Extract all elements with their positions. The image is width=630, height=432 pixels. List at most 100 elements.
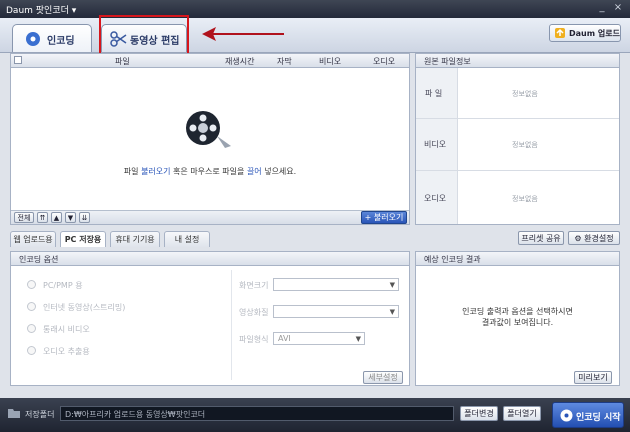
info-key: 오디오 bbox=[416, 171, 458, 224]
info-value: 정보없음 bbox=[512, 90, 538, 98]
tab-my-settings[interactable]: 내 설정 bbox=[164, 231, 210, 247]
daum-upload-button[interactable]: Daum 업로드 bbox=[549, 24, 621, 42]
dropdown-arrow-icon: ▼ bbox=[389, 281, 395, 289]
expected-result-title: 예상 인코딩 결과 bbox=[424, 255, 481, 264]
move-top-button[interactable]: ⇈ bbox=[37, 212, 48, 223]
result-message-line: 인코딩 출력과 옵션을 선택하시면 bbox=[462, 307, 573, 316]
radio-streaming[interactable] bbox=[27, 302, 36, 311]
file-list-panel: 파일 재생시간 자막 비디오 오디오 파일 불러오기 혹은 마우스로 파일을 끌… bbox=[10, 53, 410, 225]
video-quality-select[interactable]: ▼ bbox=[273, 305, 399, 318]
empty-message: 파일 불러오기 혹은 마우스로 파일을 끌어 넣으세요. bbox=[11, 166, 409, 177]
save-folder-label: 저장폴더 bbox=[25, 410, 55, 419]
radio-pc-pmp[interactable] bbox=[27, 280, 36, 289]
start-encoding-label: 인코딩 시작 bbox=[576, 413, 621, 423]
upload-icon bbox=[555, 28, 565, 40]
open-folder-button[interactable]: 폴더열기 bbox=[503, 406, 541, 421]
radio-label: 오디오 추출용 bbox=[43, 347, 90, 356]
info-key-label: 오디오 bbox=[424, 194, 447, 203]
empty-message-part: 넣으세요. bbox=[261, 167, 297, 176]
film-reel-icon bbox=[183, 106, 233, 153]
dropdown-arrow-icon: ▼ bbox=[355, 335, 361, 343]
field-label: 영상화질 bbox=[239, 308, 269, 317]
expected-result-header: 예상 인코딩 결과 bbox=[416, 252, 619, 266]
encoding-options-header: 인코딩 옵션 bbox=[11, 252, 409, 266]
preview-button[interactable]: 미리보기 bbox=[574, 371, 612, 384]
file-list-toolbar: 전체 ⇈ ▲ ▼ ⇊ + 불러오기 bbox=[11, 210, 409, 224]
gear-icon: ⚙ bbox=[574, 234, 585, 243]
empty-message-part: 혹은 마우스로 파일을 bbox=[170, 167, 247, 176]
divider bbox=[231, 270, 232, 380]
settings-label: 환경설정 bbox=[584, 234, 614, 243]
select-value: AVI bbox=[278, 334, 291, 343]
daum-upload-label: Daum 업로드 bbox=[569, 29, 620, 38]
move-bottom-button[interactable]: ⇊ bbox=[79, 212, 90, 223]
preset-share-button[interactable]: 프리셋 공유 bbox=[518, 231, 564, 245]
detail-settings-button[interactable]: 세부설정 bbox=[363, 371, 403, 384]
encoding-options-title: 인코딩 옵션 bbox=[19, 255, 59, 264]
info-value: 정보없음 bbox=[512, 195, 538, 203]
tab-pc-save[interactable]: PC 저장용 bbox=[60, 231, 106, 247]
tab-row bbox=[0, 18, 630, 53]
start-encoding-button[interactable]: 인코딩 시작 bbox=[552, 402, 624, 428]
info-value: 정보없음 bbox=[512, 141, 538, 149]
field-label: 화면크기 bbox=[239, 281, 269, 290]
info-row-file: 파 일 정보없음 bbox=[416, 68, 619, 119]
source-info-panel: 원본 파일정보 파 일 정보없음 비디오 정보없음 오디오 정보없음 bbox=[415, 53, 620, 225]
file-list-header: 파일 재생시간 자막 비디오 오디오 bbox=[11, 54, 409, 68]
settings-button[interactable]: ⚙ 환경설정 bbox=[568, 231, 620, 245]
radio-flash-video[interactable] bbox=[27, 324, 36, 333]
move-up-button[interactable]: ▲ bbox=[51, 212, 62, 223]
load-button[interactable]: + 불러오기 bbox=[361, 211, 407, 224]
expected-result-panel: 예상 인코딩 결과 인코딩 출력과 옵션을 선택하시면 결과값이 보여집니다. … bbox=[415, 251, 620, 386]
empty-message-part: 파일 bbox=[123, 167, 142, 176]
info-key: 비디오 bbox=[416, 119, 458, 170]
plus-icon: + bbox=[364, 213, 374, 222]
file-format-select[interactable]: AVI ▼ bbox=[273, 332, 365, 345]
info-key-label: 파 일 bbox=[425, 89, 443, 98]
tab-encoding-label: 인코딩 bbox=[47, 36, 75, 47]
folder-icon bbox=[8, 408, 20, 421]
result-message: 인코딩 출력과 옵션을 선택하시면 결과값이 보여집니다. bbox=[416, 306, 619, 328]
column-file[interactable]: 파일 bbox=[115, 56, 130, 67]
source-info-header: 원본 파일정보 bbox=[416, 54, 619, 68]
tab-mobile[interactable]: 휴대 기기용 bbox=[110, 231, 160, 247]
encoding-options-panel: 인코딩 옵션 PC/PMP 용 인터넷 동영상(스트리밍) 통래시 비디오 오디… bbox=[10, 251, 410, 386]
load-button-label: 불러오기 bbox=[373, 213, 404, 222]
screen-size-select[interactable]: ▼ bbox=[273, 278, 399, 291]
preset-tabs: 웹 업로드용 PC 저장용 휴대 기기용 내 설정 bbox=[10, 231, 410, 247]
disc-icon bbox=[25, 31, 41, 50]
result-message-line: 결과값이 보여집니다. bbox=[481, 318, 554, 327]
info-key-label: 비디오 bbox=[424, 140, 447, 149]
tab-web-upload[interactable]: 웹 업로드용 bbox=[10, 231, 56, 247]
move-down-button[interactable]: ▼ bbox=[65, 212, 76, 223]
radio-label: 인터넷 동영상(스트리밍) bbox=[43, 303, 126, 312]
page-label[interactable]: 전체 bbox=[14, 212, 34, 223]
drag-link: 끌어 bbox=[246, 167, 262, 176]
select-all-checkbox[interactable] bbox=[14, 56, 22, 64]
field-label: 파일형식 bbox=[239, 335, 269, 344]
save-path-field[interactable]: D:₩아프리카 업로드용 동영상₩팟인코더 bbox=[60, 406, 454, 421]
start-icon bbox=[560, 409, 573, 425]
column-audio[interactable]: 오디오 bbox=[373, 56, 395, 67]
dropdown-arrow-icon: ▼ bbox=[389, 308, 395, 316]
change-folder-button[interactable]: 폴더변경 bbox=[460, 406, 498, 421]
load-link[interactable]: 불러오기 bbox=[141, 167, 170, 176]
info-row-audio: 오디오 정보없음 bbox=[416, 171, 619, 224]
radio-audio-extract[interactable] bbox=[27, 346, 36, 355]
minimize-button[interactable]: _ bbox=[596, 2, 608, 14]
column-duration[interactable]: 재생시간 bbox=[225, 56, 254, 67]
save-path-value: D:₩아프리카 업로드용 동영상₩팟인코더 bbox=[65, 410, 206, 419]
radio-label: PC/PMP 용 bbox=[43, 281, 83, 290]
column-video[interactable]: 비디오 bbox=[319, 56, 341, 67]
info-key: 파 일 bbox=[416, 68, 458, 118]
arrow-annotation bbox=[198, 24, 286, 44]
highlight-box bbox=[99, 15, 189, 55]
app-title[interactable]: Daum 팟인코더 ▾ bbox=[6, 3, 76, 16]
source-info-title: 원본 파일정보 bbox=[424, 57, 471, 66]
radio-label: 통래시 비디오 bbox=[43, 325, 90, 334]
column-subtitle[interactable]: 자막 bbox=[277, 56, 292, 67]
info-row-video: 비디오 정보없음 bbox=[416, 119, 619, 171]
tab-encoding[interactable]: 인코딩 bbox=[12, 24, 92, 52]
close-button[interactable]: × bbox=[612, 2, 624, 14]
title-bar: Daum 팟인코더 ▾ _ × bbox=[0, 0, 630, 18]
